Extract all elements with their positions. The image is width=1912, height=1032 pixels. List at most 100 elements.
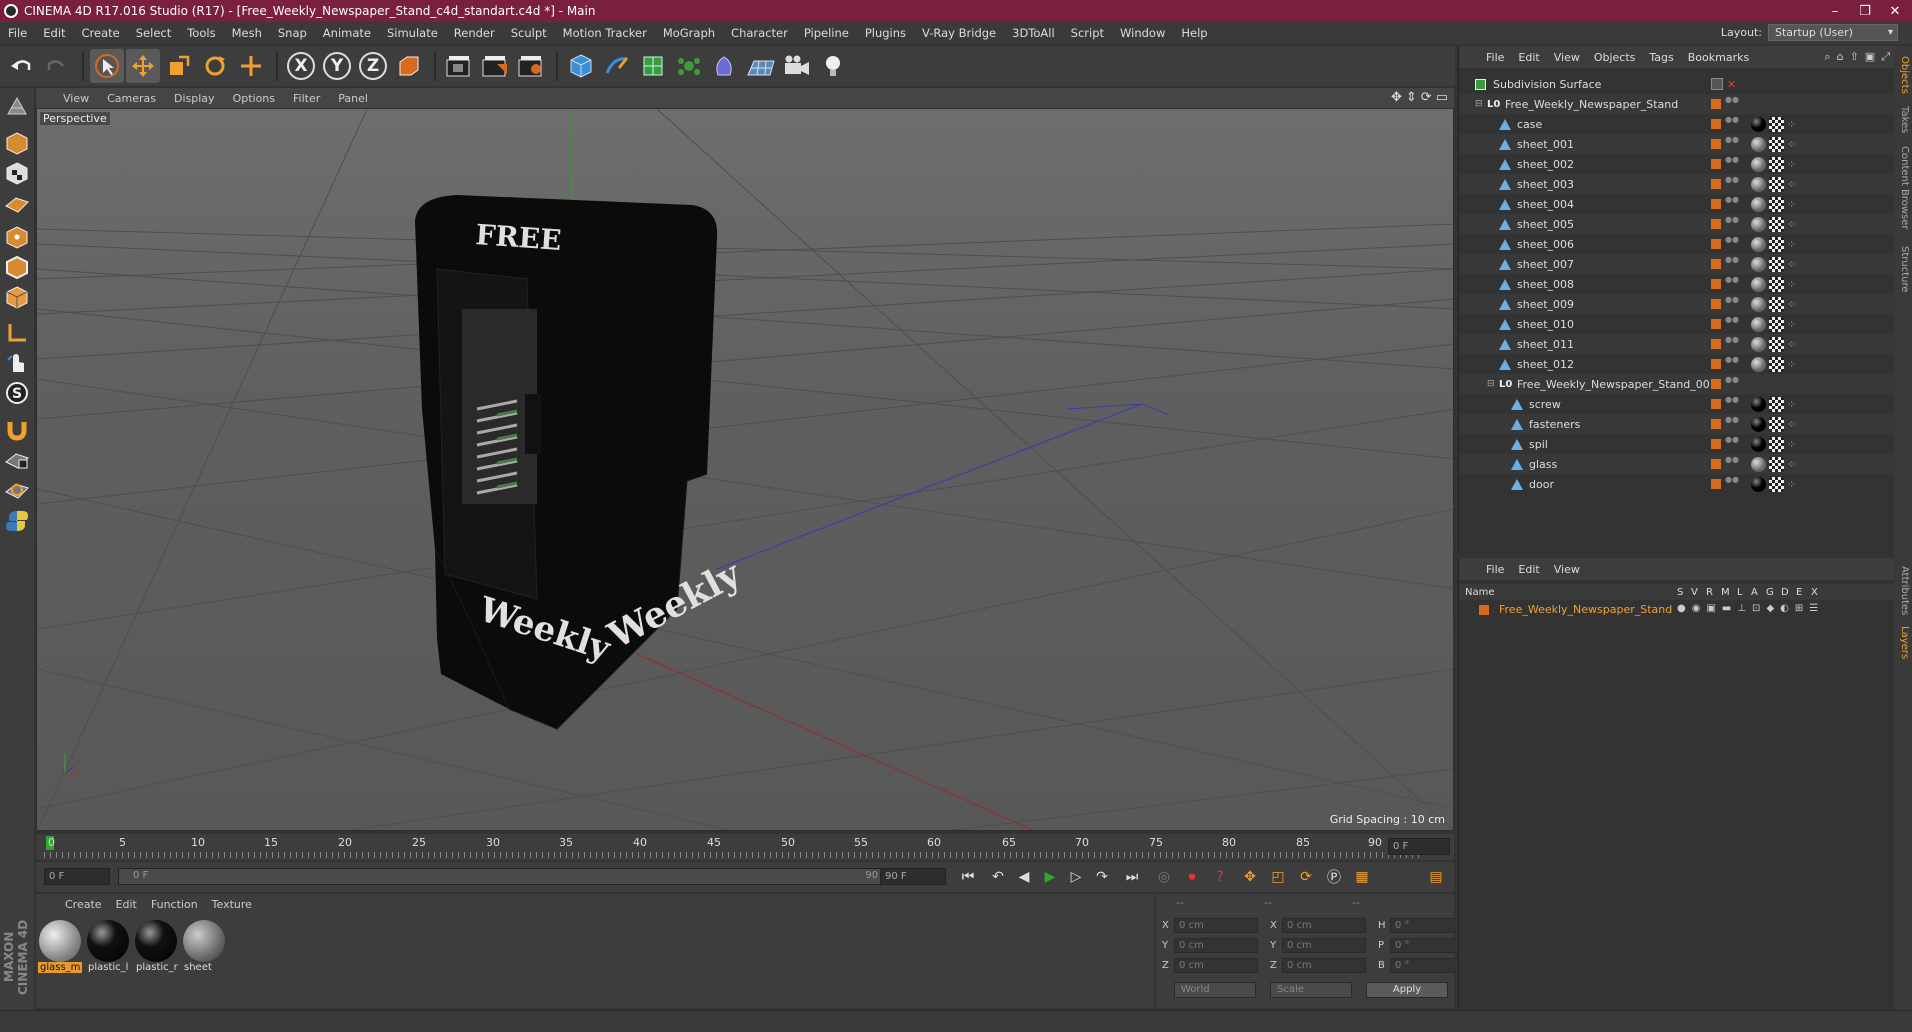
texture-tag-icon[interactable] bbox=[1769, 416, 1784, 432]
material-tag-icon[interactable] bbox=[1751, 416, 1766, 432]
texture-tag-icon[interactable] bbox=[1769, 476, 1784, 492]
texture-tag-icon[interactable] bbox=[1769, 176, 1784, 192]
texture-tag-icon[interactable] bbox=[1769, 316, 1784, 332]
object-name[interactable]: spil bbox=[1529, 438, 1548, 451]
layer-color-swatch[interactable] bbox=[1711, 379, 1721, 389]
coordinate-system-icon[interactable] bbox=[392, 49, 426, 83]
enable-checkbox[interactable] bbox=[1711, 78, 1723, 90]
go-to-start-icon[interactable]: ⏮ bbox=[956, 866, 980, 888]
coordinate-space-dropdown[interactable]: World bbox=[1174, 982, 1256, 998]
layer-flag-d[interactable]: D bbox=[1781, 587, 1789, 598]
object-row[interactable]: sheet_008 ●● ⁘ bbox=[1459, 274, 1895, 294]
expand-toggle-icon[interactable]: ⊟ bbox=[1487, 379, 1498, 390]
layers-menu-edit[interactable]: Edit bbox=[1511, 563, 1546, 576]
previous-key-icon[interactable]: ↶ bbox=[986, 866, 1010, 888]
edges-mode-icon[interactable] bbox=[2, 252, 32, 282]
layer-flag-l[interactable]: L bbox=[1737, 587, 1743, 598]
phong-tag-icon[interactable]: ⁘ bbox=[1787, 198, 1796, 211]
phong-tag-icon[interactable]: ⁘ bbox=[1787, 278, 1796, 291]
tweak-mode-icon[interactable] bbox=[2, 348, 32, 378]
visibility-dots-icon[interactable]: ●● bbox=[1725, 136, 1739, 151]
object-name[interactable]: screw bbox=[1529, 398, 1561, 411]
visibility-dots-icon[interactable]: ●● bbox=[1725, 416, 1739, 431]
viewport-menu-options[interactable]: Options bbox=[224, 92, 284, 105]
layer-color-swatch[interactable] bbox=[1711, 279, 1721, 289]
phong-tag-icon[interactable]: ⁘ bbox=[1787, 358, 1796, 371]
object-name[interactable]: fasteners bbox=[1529, 418, 1580, 431]
material-swatch-glass[interactable]: glass_m bbox=[38, 920, 82, 982]
object-name[interactable]: sheet_002 bbox=[1517, 158, 1574, 171]
object-row[interactable]: fasteners ●● ⁘ bbox=[1459, 414, 1895, 434]
phong-tag-icon[interactable]: ⁘ bbox=[1787, 318, 1796, 331]
autokeying-icon[interactable]: ⏺ bbox=[1180, 866, 1204, 888]
phong-tag-icon[interactable]: ⁘ bbox=[1787, 238, 1796, 251]
key-parameter-icon[interactable]: Ⓟ bbox=[1322, 866, 1346, 888]
next-frame-icon[interactable]: ▷ bbox=[1064, 866, 1088, 888]
material-tag-icon[interactable] bbox=[1751, 136, 1766, 152]
material-tag-icon[interactable] bbox=[1751, 236, 1766, 252]
search-icon[interactable]: ⌕ bbox=[1824, 50, 1830, 64]
phong-tag-icon[interactable]: ⁘ bbox=[1787, 418, 1796, 431]
rotation-p-field[interactable]: 0 ° bbox=[1390, 937, 1466, 953]
deformer-icon[interactable] bbox=[708, 49, 742, 83]
points-mode-icon[interactable] bbox=[2, 222, 32, 252]
phong-tag-icon[interactable]: ⁘ bbox=[1787, 458, 1796, 471]
visibility-dots-icon[interactable]: ●● bbox=[1725, 96, 1739, 111]
texture-tag-icon[interactable] bbox=[1769, 236, 1784, 252]
material-tag-icon[interactable] bbox=[1751, 156, 1766, 172]
home-icon[interactable]: ⌂ bbox=[1837, 50, 1844, 64]
phong-tag-icon[interactable]: ⁘ bbox=[1787, 218, 1796, 231]
viewport-pan-icon[interactable]: ✥ bbox=[1391, 90, 1402, 105]
material-tag-icon[interactable] bbox=[1751, 436, 1766, 452]
menu-simulate[interactable]: Simulate bbox=[379, 26, 446, 40]
object-row[interactable]: sheet_001 ●● ⁘ bbox=[1459, 134, 1895, 154]
object-row[interactable]: screw ●● ⁘ bbox=[1459, 394, 1895, 414]
expand-toggle-icon[interactable]: ⊟ bbox=[1475, 99, 1486, 110]
object-name[interactable]: Free_Weekly_Newspaper_Stand_001 bbox=[1517, 378, 1717, 391]
phong-tag-icon[interactable]: ⁘ bbox=[1787, 158, 1796, 171]
viewport-camera-label[interactable]: Perspective bbox=[40, 112, 110, 125]
visibility-dots-icon[interactable]: ●● bbox=[1725, 476, 1739, 491]
layer-flag-a[interactable]: A bbox=[1751, 587, 1758, 598]
object-row[interactable]: Subdivision Surface ✕ bbox=[1459, 74, 1895, 94]
layers-menu-view[interactable]: View bbox=[1547, 563, 1587, 576]
texture-tag-icon[interactable] bbox=[1769, 356, 1784, 372]
material-tag-icon[interactable] bbox=[1751, 456, 1766, 472]
material-tag-icon[interactable] bbox=[1751, 256, 1766, 272]
z-axis-lock-button[interactable]: Z bbox=[356, 49, 390, 83]
material-swatch-plastic-l[interactable]: plastic_l bbox=[86, 920, 130, 982]
snap-icon[interactable]: S bbox=[2, 378, 32, 408]
layout-dropdown[interactable]: Startup (User) bbox=[1768, 24, 1898, 41]
render-settings-icon[interactable] bbox=[514, 49, 548, 83]
magnet-icon[interactable] bbox=[2, 414, 32, 444]
objects-menu-tags[interactable]: Tags bbox=[1642, 51, 1680, 64]
viewport-maximize-icon[interactable]: ▭ bbox=[1436, 90, 1448, 105]
object-row[interactable]: sheet_006 ●● ⁘ bbox=[1459, 234, 1895, 254]
texture-tag-icon[interactable] bbox=[1769, 336, 1784, 352]
menu-file[interactable]: File bbox=[0, 26, 35, 40]
texture-tag-icon[interactable] bbox=[1769, 196, 1784, 212]
undo-icon[interactable] bbox=[4, 49, 38, 83]
layer-color-swatch[interactable] bbox=[1711, 139, 1721, 149]
material-menu-texture[interactable]: Texture bbox=[205, 898, 259, 911]
position-y-field[interactable]: 0 cm bbox=[1174, 937, 1258, 953]
new-window-icon[interactable]: ▣ bbox=[1865, 50, 1875, 64]
layer-color-swatch[interactable] bbox=[1711, 399, 1721, 409]
viewport-menu-filter[interactable]: Filter bbox=[284, 92, 329, 105]
play-forward-icon[interactable]: ▶ bbox=[1038, 866, 1062, 888]
menu-window[interactable]: Window bbox=[1112, 26, 1173, 40]
object-row[interactable]: sheet_010 ●● ⁘ bbox=[1459, 314, 1895, 334]
model-mode-icon[interactable] bbox=[2, 128, 32, 158]
object-name[interactable]: case bbox=[1517, 118, 1542, 131]
menu-sculpt[interactable]: Sculpt bbox=[503, 26, 555, 40]
viewport-menu-view[interactable]: View bbox=[54, 92, 98, 105]
apply-button[interactable]: Apply bbox=[1366, 982, 1448, 998]
visibility-dots-icon[interactable]: ●● bbox=[1725, 356, 1739, 371]
object-row[interactable]: sheet_012 ●● ⁘ bbox=[1459, 354, 1895, 374]
record-keys-icon[interactable]: ◎ bbox=[1152, 866, 1176, 888]
size-z-field[interactable]: 0 cm bbox=[1282, 957, 1366, 973]
object-name[interactable]: sheet_003 bbox=[1517, 178, 1574, 191]
layer-color-swatch[interactable] bbox=[1711, 239, 1721, 249]
visibility-dots-icon[interactable]: ●● bbox=[1725, 176, 1739, 191]
menu-edit[interactable]: Edit bbox=[35, 26, 73, 40]
